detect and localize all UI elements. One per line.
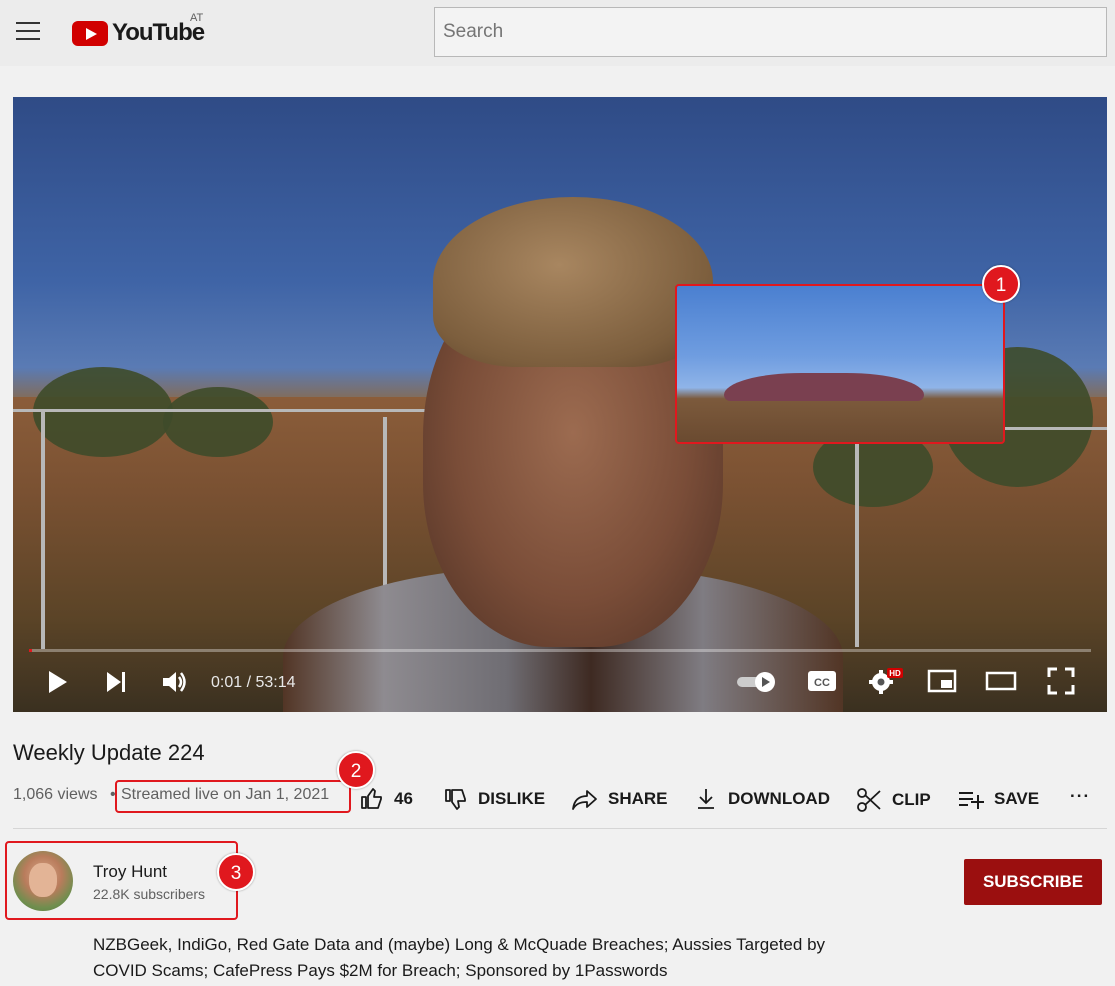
video-frame-rail bbox=[13, 409, 433, 412]
play-icon[interactable] bbox=[47, 669, 69, 695]
masthead: YouTube AT Search bbox=[0, 0, 1115, 66]
cc-icon[interactable]: CC bbox=[807, 669, 837, 693]
video-frame-person-hair bbox=[433, 197, 713, 367]
youtube-play-icon bbox=[72, 20, 108, 46]
theater-mode-icon[interactable] bbox=[985, 669, 1017, 693]
like-count: 46 bbox=[394, 789, 413, 808]
video-frame-rail bbox=[41, 409, 45, 649]
autoplay-toggle-icon[interactable] bbox=[735, 671, 779, 693]
country-code: AT bbox=[190, 12, 204, 24]
svg-text:HD: HD bbox=[889, 669, 901, 678]
video-frame-rail bbox=[855, 427, 859, 647]
dislike-button[interactable]: DISLIKE bbox=[444, 787, 545, 811]
share-button[interactable]: SHARE bbox=[572, 787, 668, 811]
save-label: SAVE bbox=[994, 789, 1040, 808]
download-icon bbox=[698, 789, 714, 809]
volume-icon[interactable] bbox=[161, 669, 189, 695]
settings-gear-icon[interactable]: HD bbox=[867, 667, 905, 695]
progress-bar[interactable] bbox=[29, 649, 1091, 652]
share-icon bbox=[572, 790, 597, 810]
progress-fill bbox=[29, 649, 33, 652]
download-label: DOWNLOAD bbox=[728, 789, 830, 808]
clip-button[interactable]: CLIP bbox=[856, 787, 931, 813]
miniplayer-icon[interactable] bbox=[927, 669, 957, 693]
share-label: SHARE bbox=[608, 789, 668, 808]
annotation-badge-2: 2 bbox=[337, 751, 375, 789]
more-icon: ... bbox=[1070, 782, 1091, 801]
annotation-box-1 bbox=[675, 284, 1005, 444]
like-button[interactable]: 46 bbox=[360, 787, 413, 811]
divider bbox=[13, 828, 1107, 829]
time-display: 0:01 / 53:14 bbox=[211, 674, 296, 691]
thumbs-up-icon bbox=[361, 788, 382, 809]
youtube-logo[interactable]: YouTube bbox=[72, 18, 205, 48]
save-button[interactable]: SAVE bbox=[958, 787, 1039, 811]
clip-label: CLIP bbox=[892, 790, 931, 809]
annotation-box-2 bbox=[115, 780, 351, 813]
annotation-badge-1: 1 bbox=[982, 265, 1020, 303]
video-frame-bush bbox=[33, 367, 173, 457]
video-description: NZBGeek, IndiGo, Red Gate Data and (mayb… bbox=[93, 935, 826, 980]
download-button[interactable]: DOWNLOAD bbox=[694, 787, 830, 811]
player-controls: 0:01 / 53:14 CC HD bbox=[13, 657, 1107, 712]
scissors-icon bbox=[857, 788, 881, 812]
fullscreen-icon[interactable] bbox=[1047, 667, 1075, 695]
view-count: 1,066 views bbox=[13, 786, 98, 803]
dislike-label: DISLIKE bbox=[478, 789, 546, 808]
thumbs-down-icon bbox=[445, 789, 466, 810]
menu-icon[interactable] bbox=[16, 22, 40, 42]
more-actions-button[interactable]: ... bbox=[1070, 782, 1090, 802]
subscribe-button[interactable]: SUBSCRIBE bbox=[964, 859, 1102, 905]
svg-text:CC: CC bbox=[814, 677, 830, 689]
playlist-add-icon bbox=[959, 792, 984, 809]
next-icon[interactable] bbox=[105, 669, 129, 695]
search-input[interactable]: Search bbox=[434, 7, 1107, 57]
annotation-box-3 bbox=[5, 841, 238, 920]
video-title: Weekly Update 224 bbox=[13, 740, 205, 765]
annotation-badge-3: 3 bbox=[217, 853, 255, 891]
video-frame-bush bbox=[163, 387, 273, 457]
